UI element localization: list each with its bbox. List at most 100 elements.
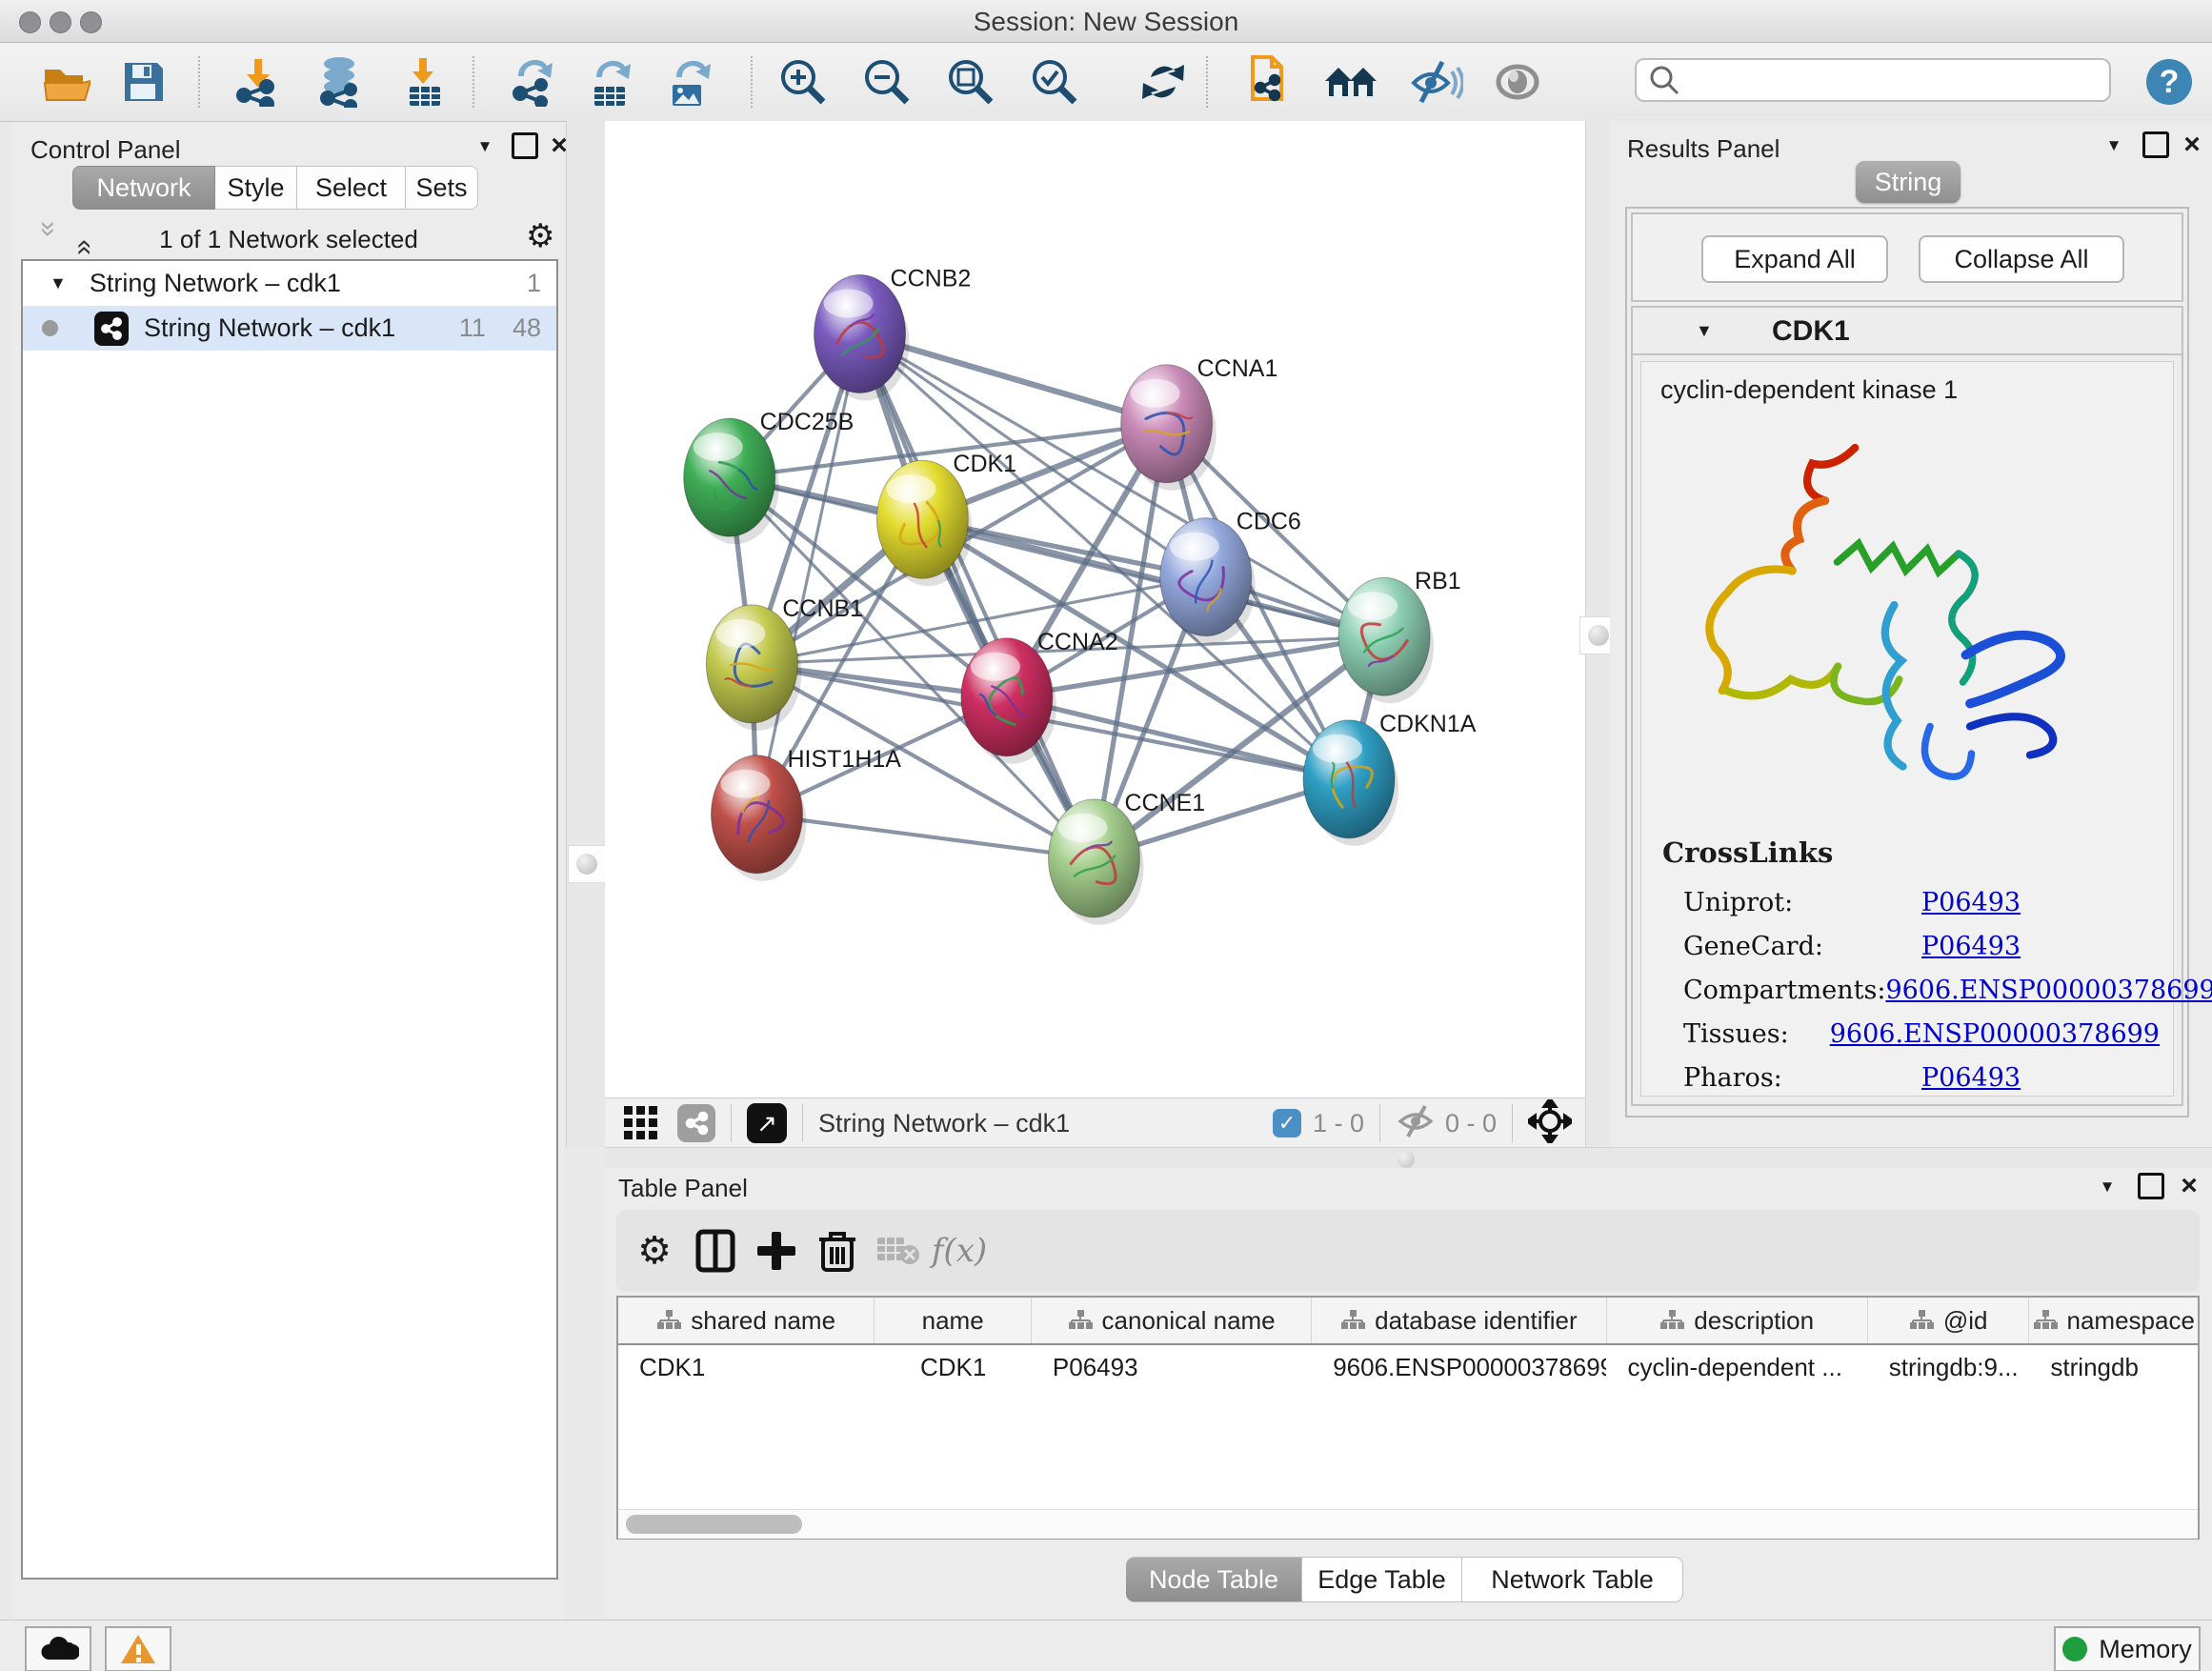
tab-network-table[interactable]: Network Table bbox=[1462, 1557, 1683, 1602]
tab-style[interactable]: Style bbox=[215, 166, 297, 210]
left-splitter[interactable] bbox=[566, 121, 606, 1147]
network-collection-row[interactable]: ▼ String Network – cdk1 1 bbox=[23, 261, 556, 306]
protein-structure-image bbox=[1659, 419, 2087, 819]
table-row[interactable]: CDK1 CDK1 P06493 9606.ENSP00000378699 cy… bbox=[618, 1345, 2198, 1389]
toolbar-separator bbox=[1206, 56, 1208, 108]
horizontal-splitter-handle[interactable] bbox=[1398, 1151, 1415, 1168]
pharos-link[interactable]: P06493 bbox=[1921, 1063, 2021, 1093]
zoom-fit-content-icon[interactable] bbox=[941, 54, 1000, 110]
cell-canonical-name[interactable]: P06493 bbox=[1032, 1353, 1312, 1382]
network-canvas[interactable]: CCNB2CCNA1CDC25BCDK1CDC6RB1CCNB1CCNA2CDK… bbox=[605, 121, 1585, 1097]
import-network-file-icon[interactable] bbox=[229, 54, 288, 110]
cell-shared-name[interactable]: CDK1 bbox=[618, 1353, 875, 1382]
zoom-selected-icon[interactable] bbox=[1025, 54, 1084, 110]
zoom-in-icon[interactable] bbox=[774, 54, 833, 110]
table-panel-float-icon[interactable] bbox=[2135, 1170, 2167, 1202]
network-node-cdk1[interactable]: CDK1 bbox=[876, 451, 1016, 578]
column-header-shared-name[interactable]: shared name bbox=[618, 1298, 875, 1343]
network-view-toolbar: ↗ String Network – cdk1 ✓ 1 - 0 0 - 0 bbox=[605, 1097, 1585, 1148]
cell-namespace[interactable]: stringdb bbox=[2029, 1353, 2198, 1382]
tab-edge-table[interactable]: Edge Table bbox=[1302, 1557, 1462, 1602]
section-collapse-icon[interactable]: ▼ bbox=[1696, 321, 1713, 341]
import-table-file-icon[interactable] bbox=[395, 54, 454, 110]
left-splitter-handle[interactable] bbox=[568, 845, 606, 883]
show-selected-icon[interactable] bbox=[1488, 54, 1547, 110]
fit-selected-crosshair-icon[interactable] bbox=[1528, 1099, 1572, 1148]
network-node-cdc6[interactable]: CDC6 bbox=[1160, 509, 1301, 636]
column-header-description[interactable]: description bbox=[1607, 1298, 1868, 1343]
horizontal-splitter[interactable] bbox=[605, 1147, 2212, 1169]
new-network-from-selection-icon[interactable] bbox=[1238, 54, 1297, 110]
search-input[interactable] bbox=[1680, 65, 2094, 96]
refresh-view-icon[interactable] bbox=[1134, 54, 1193, 110]
table-options-gear-icon[interactable]: ⚙ bbox=[624, 1222, 685, 1279]
tab-string[interactable]: String bbox=[1856, 161, 1961, 203]
export-image-icon[interactable] bbox=[659, 54, 718, 110]
collapse-all-button[interactable]: Collapse All bbox=[1919, 235, 2124, 283]
results-panel-close-icon[interactable]: × bbox=[2176, 129, 2208, 161]
show-columns-icon[interactable] bbox=[685, 1222, 746, 1279]
node-label-ccne1: CCNE1 bbox=[1124, 790, 1205, 816]
network-node-ccna2[interactable]: CCNA2 bbox=[961, 629, 1118, 756]
export-table-icon[interactable] bbox=[581, 54, 640, 110]
memory-button[interactable]: Memory bbox=[2054, 1626, 2201, 1671]
network-node-ccne1[interactable]: CCNE1 bbox=[1048, 790, 1205, 917]
tissues-link[interactable]: 9606.ENSP00000378699 bbox=[1830, 1019, 2160, 1049]
toolbar-separator bbox=[731, 1104, 732, 1142]
table-hscrollbar[interactable] bbox=[618, 1509, 2198, 1539]
tab-sets[interactable]: Sets bbox=[406, 166, 478, 210]
network-options-gear-icon[interactable]: ⚙ bbox=[526, 217, 554, 255]
birds-eye-grid-icon[interactable] bbox=[622, 1102, 660, 1145]
selected-checkbox-icon[interactable]: ✓ bbox=[1273, 1109, 1301, 1137]
results-panel-float-icon[interactable] bbox=[2140, 129, 2172, 161]
uniprot-link[interactable]: P06493 bbox=[1921, 888, 2021, 917]
control-panel-float-icon[interactable] bbox=[509, 130, 541, 162]
network-node-hist1h1a[interactable]: HIST1H1A bbox=[711, 746, 901, 874]
export-network-icon[interactable] bbox=[503, 54, 562, 110]
column-header-name[interactable]: name bbox=[875, 1298, 1032, 1343]
protein-detail-card: cyclin-dependent kinase 1 bbox=[1640, 361, 2174, 1097]
network-node-ccna1[interactable]: CCNA1 bbox=[1121, 355, 1278, 483]
protein-section-header[interactable]: ▼ CDK1 bbox=[1633, 308, 2182, 355]
string-panel-toggle-icon[interactable] bbox=[677, 1104, 715, 1142]
expand-all-button[interactable]: Expand All bbox=[1701, 235, 1888, 283]
network-node-ccnb2[interactable]: CCNB2 bbox=[814, 265, 972, 393]
cell-name[interactable]: CDK1 bbox=[875, 1353, 1032, 1382]
help-icon[interactable]: ? bbox=[2140, 54, 2199, 110]
tab-select[interactable]: Select bbox=[297, 166, 406, 210]
right-splitter[interactable] bbox=[1585, 121, 1612, 1147]
column-header-database-identifier[interactable]: database identifier bbox=[1312, 1298, 1606, 1343]
delete-column-trash-icon[interactable] bbox=[807, 1222, 868, 1279]
cell-id[interactable]: stringdb:9... bbox=[1868, 1353, 2030, 1382]
table-panel-menu-icon[interactable]: ▼ bbox=[2091, 1170, 2123, 1202]
tab-network[interactable]: Network bbox=[72, 166, 215, 210]
protein-section: ▼ CDK1 cyclin-dependent kinase 1 bbox=[1631, 306, 2183, 1106]
create-column-plus-icon[interactable] bbox=[746, 1222, 807, 1279]
network-node-rb1[interactable]: RB1 bbox=[1338, 568, 1461, 695]
warning-status-button[interactable] bbox=[105, 1626, 171, 1671]
network-row[interactable]: String Network – cdk1 11 48 bbox=[23, 306, 556, 351]
import-network-database-icon[interactable] bbox=[310, 54, 369, 110]
genecard-link[interactable]: P06493 bbox=[1921, 932, 2021, 961]
column-header-canonical-name[interactable]: canonical name bbox=[1032, 1298, 1312, 1343]
hide-selected-icon[interactable] bbox=[1406, 54, 1465, 110]
cell-database-identifier[interactable]: 9606.ENSP00000378699 bbox=[1312, 1353, 1606, 1382]
tree-expander-icon[interactable]: ▼ bbox=[50, 273, 67, 293]
column-header-id[interactable]: @id bbox=[1868, 1298, 2030, 1343]
two-houses-icon[interactable] bbox=[1322, 54, 1381, 110]
control-panel-menu-icon[interactable]: ▼ bbox=[469, 130, 501, 162]
search-field[interactable] bbox=[1635, 58, 2111, 102]
cell-description[interactable]: cyclin-dependent ... bbox=[1606, 1353, 1867, 1382]
network-label: String Network – cdk1 bbox=[144, 313, 395, 343]
cloud-status-button[interactable] bbox=[25, 1626, 91, 1671]
save-session-icon[interactable] bbox=[114, 54, 173, 110]
tab-node-table[interactable]: Node Table bbox=[1126, 1557, 1302, 1602]
results-panel-menu-icon[interactable]: ▼ bbox=[2098, 129, 2130, 161]
open-session-icon[interactable] bbox=[36, 54, 95, 110]
column-header-namespace[interactable]: namespace bbox=[2029, 1298, 2198, 1343]
open-view-in-window-icon[interactable]: ↗ bbox=[747, 1103, 787, 1143]
table-panel-close-icon[interactable]: × bbox=[2173, 1170, 2205, 1202]
compartments-link[interactable]: 9606.ENSP00000378699 bbox=[1885, 976, 2212, 1005]
zoom-out-icon[interactable] bbox=[857, 54, 916, 110]
table-hscrollbar-thumb[interactable] bbox=[626, 1515, 802, 1534]
